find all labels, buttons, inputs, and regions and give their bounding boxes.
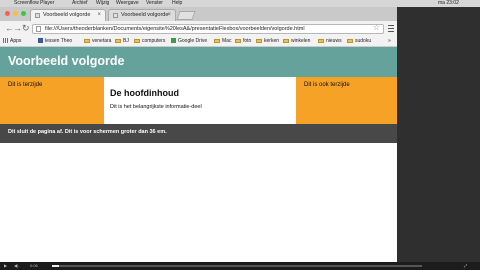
bookmark-lessen-theo[interactable]: lessen Theo xyxy=(38,36,72,46)
aside-right: Dit is ook terzijde xyxy=(296,77,397,124)
bookmarks-bar: Apps lessen Theo venetara BJ computers G… xyxy=(0,36,397,47)
play-icon[interactable]: ▶ xyxy=(4,262,7,270)
apps-icon xyxy=(3,38,8,44)
facebook-icon xyxy=(38,38,43,44)
document-icon xyxy=(36,26,41,32)
hamburger-menu-icon[interactable] xyxy=(388,25,394,34)
page-icon xyxy=(35,13,40,18)
folder-icon xyxy=(84,38,90,43)
menu-weergave[interactable]: Weergave xyxy=(116,0,139,7)
tab-strip: Voorbeeld volgorde × Voorbeeld volgorde … xyxy=(0,7,397,21)
minimize-window-button[interactable] xyxy=(13,11,18,16)
bookmark-foto[interactable]: foto xyxy=(235,36,251,46)
aside-right-text: Dit is ook terzijde xyxy=(304,82,350,88)
bookmark-kerken[interactable]: kerken xyxy=(256,36,279,46)
os-menubar: Screenflow Player Archief Wijzig Weergav… xyxy=(0,0,480,7)
folder-icon xyxy=(283,38,289,43)
forward-arrow-icon[interactable]: → xyxy=(13,23,22,34)
footer-text: Dit sluit de pagina af. Dit is voor sche… xyxy=(8,129,167,135)
address-bar[interactable]: file:///Users/theoderblanken/Documents/e… xyxy=(32,24,384,34)
folder-icon xyxy=(235,38,241,43)
aside-left-text: Dit is terzijde xyxy=(8,82,43,88)
main-text: Dit is het belangrijkste informatie-deel xyxy=(110,104,202,110)
player-time: 0:06 xyxy=(30,263,38,268)
desktop-background xyxy=(397,7,480,262)
video-player-bar: ▶ ◀) 0:06 ⤢ xyxy=(0,262,480,270)
folder-icon xyxy=(347,38,353,43)
tab-label: Voorbeeld volgorde xyxy=(121,12,169,18)
bookmark-apps[interactable]: Apps xyxy=(3,36,21,46)
bookmark-venetara[interactable]: venetara xyxy=(84,36,111,46)
page-icon xyxy=(113,13,118,18)
reload-icon[interactable]: ↻ xyxy=(22,23,30,34)
folder-icon xyxy=(134,38,140,43)
google-drive-icon xyxy=(171,38,176,44)
url-text: file:///Users/theoderblanken/Documents/e… xyxy=(45,26,305,32)
menu-help[interactable]: Help xyxy=(172,0,182,7)
menubar-clock: ma 23:02 xyxy=(438,0,459,6)
fullscreen-icon[interactable]: ⤢ xyxy=(464,262,467,270)
playback-progress-fill xyxy=(52,265,60,267)
close-window-button[interactable] xyxy=(5,11,10,16)
folder-icon xyxy=(214,38,220,43)
aside-left: Dit is terzijde xyxy=(0,77,104,124)
main-content: De hoofdinhoud Dit is het belangrijkste … xyxy=(104,77,296,124)
tab-inactive[interactable]: Voorbeeld volgorde × xyxy=(108,9,176,21)
page-footer: Dit sluit de pagina af. Dit is voor sche… xyxy=(0,124,397,143)
bookmark-bj[interactable]: BJ xyxy=(115,36,129,46)
folder-icon xyxy=(318,38,324,43)
page-content: Voorbeeld volgorde Dit is terzijde De ho… xyxy=(0,47,397,262)
browser-window: Voorbeeld volgorde × Voorbeeld volgorde … xyxy=(0,7,397,262)
page-header: Voorbeeld volgorde xyxy=(0,47,397,77)
menu-app[interactable]: Screenflow Player xyxy=(14,0,54,7)
tab-active[interactable]: Voorbeeld volgorde × xyxy=(30,9,106,21)
bookmark-sudoku[interactable]: sudoku xyxy=(347,36,371,46)
new-tab-button[interactable] xyxy=(176,11,196,20)
bookmark-nieuws[interactable]: nieuws xyxy=(318,36,342,46)
menu-venster[interactable]: Venster xyxy=(146,0,163,7)
bookmark-mac[interactable]: Mac xyxy=(214,36,231,46)
zoom-window-button[interactable] xyxy=(21,11,26,16)
bookmarks-overflow-icon[interactable]: » xyxy=(388,36,391,46)
bookmark-computers[interactable]: computers xyxy=(134,36,165,46)
bookmark-star-icon[interactable]: ☆ xyxy=(373,24,380,32)
main-title: De hoofdinhoud xyxy=(110,88,179,98)
tab-label: Voorbeeld volgorde xyxy=(43,12,91,18)
bookmark-winkelen[interactable]: winkelen xyxy=(283,36,310,46)
close-tab-icon[interactable]: × xyxy=(97,10,101,21)
close-tab-icon[interactable]: × xyxy=(167,10,171,21)
menu-archief[interactable]: Archief xyxy=(72,0,88,7)
volume-icon[interactable]: ◀) xyxy=(14,262,18,270)
playback-progress[interactable] xyxy=(52,265,422,267)
navigation-bar: ← → ↻ file:///Users/theoderblanken/Docum… xyxy=(0,21,397,36)
page-title: Voorbeeld volgorde xyxy=(8,54,125,68)
bookmark-google-drive[interactable]: Google Drive xyxy=(171,36,207,46)
folder-icon xyxy=(115,38,121,43)
folder-icon xyxy=(256,38,262,43)
menu-wijzig[interactable]: Wijzig xyxy=(96,0,109,7)
